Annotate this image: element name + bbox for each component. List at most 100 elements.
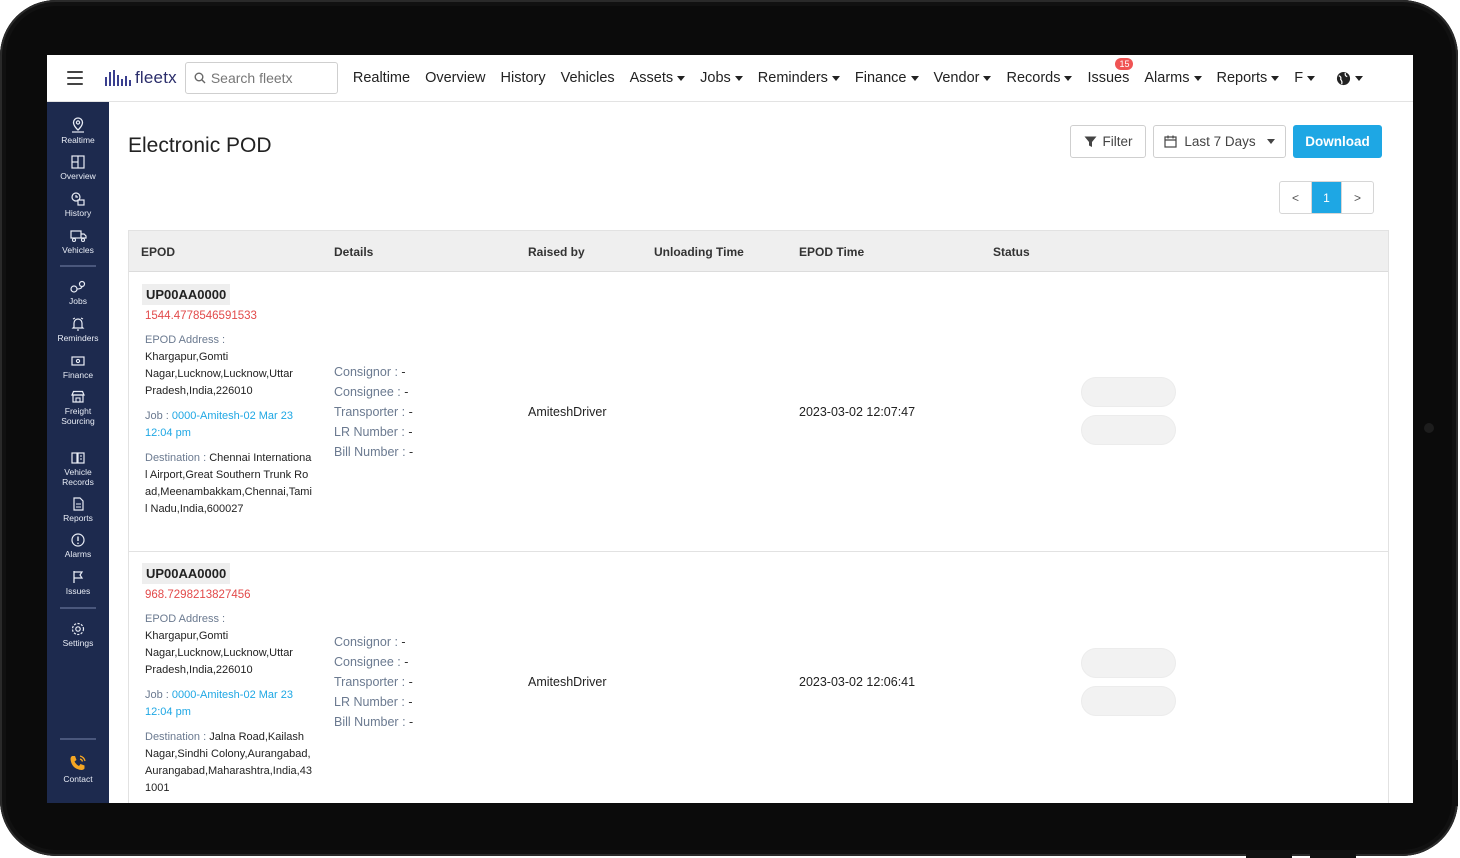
sidebar-item-label: Alarms <box>64 549 92 559</box>
epod-time: 2023-03-02 12:07:47 <box>799 405 916 419</box>
sidebar-item-issues[interactable]: Issues <box>47 569 109 596</box>
nav-records[interactable]: Records <box>1006 70 1073 86</box>
sidebar-divider <box>60 607 96 609</box>
caret-down-icon <box>1064 75 1073 81</box>
column-header-status: Status <box>993 245 1030 259</box>
nav-issues[interactable]: Issues 15 <box>1087 58 1134 86</box>
pagination-page-1[interactable]: 1 <box>1311 182 1342 213</box>
logo-bars-icon <box>105 70 131 86</box>
search-input[interactable] <box>210 70 331 86</box>
logo-text: fleetx <box>135 68 177 87</box>
sidebar-item-overview[interactable]: Overview <box>47 154 109 181</box>
raised-by: AmiteshDriver <box>528 675 607 689</box>
search-icon <box>194 72 206 84</box>
sidebar-item-label: Vehicles <box>62 245 94 255</box>
pagination-next-button[interactable]: > <box>1342 182 1373 213</box>
nav-realtime[interactable]: Realtime <box>353 70 410 86</box>
column-header-raised-by: Raised by <box>528 245 585 259</box>
caret-down-icon <box>734 75 743 81</box>
nav-links: Realtime Overview History Vehicles Asset… <box>353 58 1364 86</box>
sidebar-item-alarms[interactable]: Alarms <box>47 532 109 559</box>
sidebar-item-freight-sourcing[interactable]: Freight Sourcing <box>47 389 109 426</box>
history-icon <box>71 192 85 206</box>
sidebar-item-vehicles[interactable]: Vehicles <box>47 228 109 255</box>
pagination-prev-button[interactable]: < <box>1280 182 1311 213</box>
bottom-button-right <box>1310 854 1356 858</box>
hamburger-menu-icon[interactable] <box>67 71 83 85</box>
nav-assets[interactable]: Assets <box>630 70 686 86</box>
sidebar-item-jobs[interactable]: Jobs <box>47 279 109 306</box>
sidebar-item-history[interactable]: History <box>47 191 109 218</box>
sidebar-item-reports[interactable]: Reports <box>47 496 109 523</box>
column-header-details: Details <box>334 245 374 259</box>
calendar-icon <box>1164 135 1177 148</box>
nav-reports[interactable]: Reports <box>1217 70 1280 86</box>
caret-down-icon <box>1266 139 1275 144</box>
status-pill-placeholder <box>1081 686 1176 716</box>
epod-address: EPOD Address : Khargapur,Gomti Nagar,Luc… <box>145 334 293 397</box>
sidebar-item-label: Jobs <box>69 296 87 306</box>
filter-icon <box>1084 136 1096 147</box>
fleetx-logo[interactable]: fleetx <box>105 68 177 88</box>
sidebar-item-settings[interactable]: Settings <box>47 621 109 648</box>
date-range-dropdown[interactable]: Last 7 Days <box>1153 125 1286 158</box>
tablet-frame: fleetx Realtime Overview History Vehicle… <box>0 0 1458 858</box>
nav-overview[interactable]: Overview <box>425 70 485 86</box>
epod-number: 1544.4778546591533 <box>145 310 257 322</box>
epod-details: Consignor : - Consignee : - Transporter … <box>334 635 414 729</box>
sidebar-item-label: Reminders <box>57 333 99 343</box>
sidebar-item-label: Overview <box>60 171 96 181</box>
column-header-epod-time: EPOD Time <box>799 245 865 259</box>
grid-icon <box>71 155 85 169</box>
store-icon <box>71 390 85 403</box>
epod-job: Job : 0000-Amitesh-02 Mar 23 12:04 pm <box>145 410 293 439</box>
nav-history[interactable]: History <box>501 70 546 86</box>
epod-job: Job : 0000-Amitesh-02 Mar 23 12:04 pm <box>145 689 293 718</box>
sidebar-item-finance[interactable]: Finance <box>47 353 109 380</box>
filter-button[interactable]: Filter <box>1070 125 1146 158</box>
caret-down-icon <box>831 75 840 81</box>
download-button[interactable]: Download <box>1293 125 1382 158</box>
nav-reminders[interactable]: Reminders <box>758 70 840 86</box>
sidebar-item-reminders[interactable]: Reminders <box>47 316 109 343</box>
nav-finance[interactable]: Finance <box>855 70 919 86</box>
search-box[interactable] <box>184 62 338 94</box>
sidebar-item-label: Finance <box>62 370 94 380</box>
sidebar-item-label: Realtime <box>61 135 95 145</box>
nav-vendor[interactable]: Vendor <box>934 70 992 86</box>
sidebar-item-label: Issues <box>65 586 91 596</box>
sidebar-item-vehicle-records[interactable]: Vehicle Records <box>47 450 109 487</box>
table-row: UP00AA0000 1544.4778546591533 EPOD Addre… <box>129 272 1388 552</box>
nav-user-menu[interactable]: F <box>1294 70 1316 86</box>
caret-down-icon <box>910 75 919 81</box>
sidebar-item-label: History <box>64 208 92 218</box>
epod-address: EPOD Address : Khargapur,Gomti Nagar,Luc… <box>145 613 293 676</box>
sidebar-item-realtime[interactable]: Realtime <box>47 116 109 145</box>
nav-jobs[interactable]: Jobs <box>700 70 743 86</box>
language-menu[interactable] <box>1336 71 1364 86</box>
epod-number: 968.7298213827456 <box>145 589 251 601</box>
epod-destination: Destination : Chennai International Airp… <box>145 452 312 515</box>
gear-icon <box>71 622 85 636</box>
status-pill-placeholder <box>1081 415 1176 445</box>
sidebar: Realtime Overview History Vehicles Jobs <box>47 102 109 803</box>
sidebar-item-label: Reports <box>63 513 93 523</box>
sidebar-item-contact[interactable]: Contact <box>47 753 109 784</box>
epod-destination: Destination : Jalna Road,Kailash Nagar,S… <box>145 731 312 794</box>
sidebar-item-label: Freight Sourcing <box>61 406 95 426</box>
records-icon <box>71 452 85 464</box>
page-title: Electronic POD <box>128 134 272 157</box>
map-pin-icon <box>72 117 84 133</box>
document-icon <box>73 497 84 511</box>
sidebar-item-label: Contact <box>63 774 93 784</box>
nav-vehicles[interactable]: Vehicles <box>561 70 615 86</box>
issues-count-badge: 15 <box>1115 58 1134 70</box>
epod-details: Consignor : - Consignee : - Transporter … <box>334 365 414 459</box>
caret-down-icon <box>677 75 686 81</box>
caret-down-icon <box>1271 75 1280 81</box>
phone-icon <box>70 755 86 770</box>
pagination: < 1 > <box>1279 181 1374 214</box>
column-header-epod: EPOD <box>141 245 176 259</box>
sidebar-divider <box>60 738 96 740</box>
nav-alarms[interactable]: Alarms <box>1144 70 1202 86</box>
